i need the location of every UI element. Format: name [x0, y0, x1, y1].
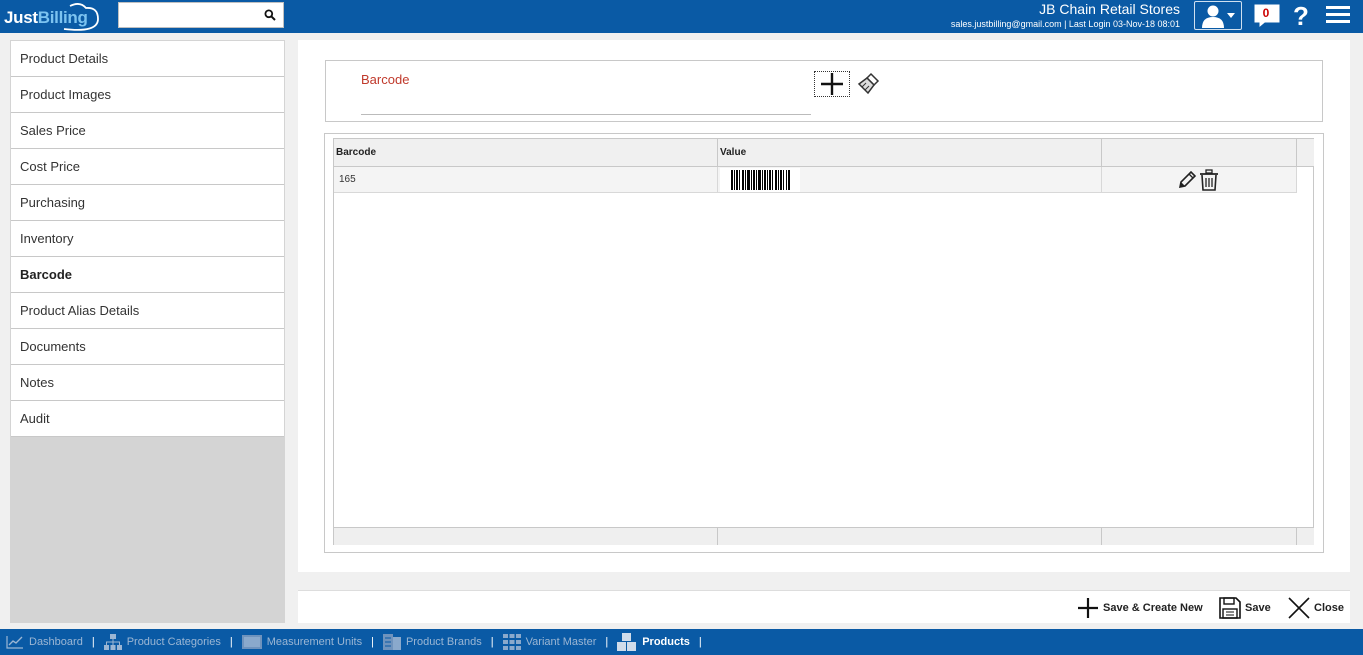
nav-item-product-brands[interactable]: Product Brands [382, 634, 482, 650]
cell-actions [1102, 167, 1297, 193]
cell-value [718, 167, 1102, 193]
sidebar-item-notes[interactable]: Notes [11, 365, 284, 401]
menu-line [1326, 20, 1350, 23]
sidebar-item-product-details[interactable]: Product Details [11, 41, 284, 77]
save-create-new-label: Save & Create New [1103, 602, 1203, 614]
sidebar-item-cost-price[interactable]: Cost Price [11, 149, 284, 185]
user-icon [1202, 5, 1224, 28]
edit-row-button[interactable] [1176, 169, 1198, 191]
logo-billing: Billing [37, 8, 88, 27]
table-row[interactable]: 165 [334, 167, 1297, 193]
column-header-barcode[interactable]: Barcode [334, 139, 718, 166]
top-header: JustBilling JB Chain Retail Stores sales… [0, 0, 1363, 33]
nav-item-product-categories[interactable]: Product Categories [103, 634, 221, 650]
nav-label: Products [642, 636, 690, 648]
logo-just: Just [4, 8, 38, 27]
search-button[interactable] [259, 5, 281, 25]
notification-count: 0 [1257, 5, 1275, 21]
help-button[interactable]: ? [1290, 1, 1312, 31]
footer-cell [1102, 528, 1297, 545]
barcode-form: Barcode [325, 60, 1323, 122]
boxes-icon [617, 633, 637, 651]
sidebar-item-audit[interactable]: Audit [11, 401, 284, 437]
pencil-icon [1178, 170, 1197, 189]
sidebar-item-documents[interactable]: Documents [11, 329, 284, 365]
add-barcode-button[interactable] [814, 71, 850, 97]
sidebar: Product Details Product Images Sales Pri… [10, 40, 285, 623]
ruler-icon [241, 635, 262, 649]
line-chart-icon [6, 636, 23, 649]
sidebar-item-barcode[interactable]: Barcode [11, 257, 284, 293]
nav-item-variant-master[interactable]: Variant Master [502, 634, 597, 650]
nav-item-products[interactable]: Products [617, 633, 690, 651]
trash-icon [1200, 169, 1218, 191]
sidebar-item-inventory[interactable]: Inventory [11, 221, 284, 257]
nav-label: Variant Master [525, 636, 597, 648]
close-icon [1288, 597, 1310, 619]
broom-icon [857, 72, 880, 95]
table-footer [334, 527, 1314, 545]
nav-separator: | [605, 636, 609, 648]
nav-separator: | [229, 636, 233, 648]
save-label: Save [1245, 602, 1271, 614]
app-logo[interactable]: JustBilling [2, 3, 102, 31]
footer-cell [334, 528, 718, 545]
nav-label: Dashboard [29, 636, 83, 648]
barcode-table: Barcode Value 165 [333, 138, 1314, 545]
nav-item-dashboard[interactable]: Dashboard [6, 635, 83, 649]
menu-line [1326, 13, 1350, 16]
nav-label: Product Brands [405, 636, 482, 648]
hamburger-menu-button[interactable] [1326, 6, 1350, 26]
table-header: Barcode Value [334, 139, 1314, 167]
grid-icon [502, 634, 521, 650]
nav-separator: | [371, 636, 374, 648]
form-action-bar: Save & Create New Save Close [298, 590, 1350, 623]
sidebar-item-sales-price[interactable]: Sales Price [11, 113, 284, 149]
hierarchy-icon [103, 634, 122, 650]
nav-label: Product Categories [126, 636, 221, 648]
clear-form-button[interactable] [856, 71, 882, 97]
search-input[interactable] [119, 3, 259, 27]
close-label: Close [1314, 602, 1344, 614]
barcode-field-label: Barcode [361, 72, 410, 87]
save-create-new-button[interactable]: Save & Create New [1077, 595, 1203, 621]
column-header-value[interactable]: Value [718, 139, 1102, 166]
close-button[interactable]: Close [1288, 595, 1344, 621]
sidebar-item-purchasing[interactable]: Purchasing [11, 185, 284, 221]
nav-separator: | [91, 636, 95, 648]
notifications-button[interactable]: 0 [1253, 3, 1281, 29]
column-header-actions [1102, 139, 1297, 166]
nav-item-measurement-units[interactable]: Measurement Units [241, 635, 363, 649]
nav-label: Measurement Units [266, 636, 363, 648]
plus-icon [821, 73, 843, 95]
cell-barcode: 165 [334, 167, 718, 193]
logo-text: JustBilling [4, 8, 88, 28]
company-name: JB Chain Retail Stores [1039, 1, 1180, 17]
search-icon [264, 9, 276, 21]
footer-cell [718, 528, 1102, 545]
sidebar-item-product-images[interactable]: Product Images [11, 77, 284, 113]
brand-icon [382, 634, 401, 650]
barcode-image [720, 168, 800, 192]
barcode-input[interactable] [361, 93, 811, 115]
save-button[interactable]: Save [1219, 595, 1271, 621]
barcode-grid-container: Barcode Value 165 [324, 133, 1324, 553]
user-menu-button[interactable] [1194, 1, 1242, 30]
bottom-navigation: Dashboard | Product Categories | Measure… [0, 629, 1363, 655]
plus-icon [1078, 598, 1098, 618]
main-panel: Barcode Barcode Value 165 [298, 40, 1350, 572]
sidebar-item-product-alias-details[interactable]: Product Alias Details [11, 293, 284, 329]
nav-separator: | [490, 636, 494, 648]
nav-separator: | [698, 636, 702, 648]
delete-row-button[interactable] [1198, 169, 1220, 191]
chevron-down-icon [1227, 12, 1235, 18]
login-info: sales.justbilling@gmail.com | Last Login… [950, 19, 1180, 29]
menu-line [1326, 6, 1350, 9]
floppy-disk-icon [1219, 597, 1241, 619]
search-box [118, 2, 284, 28]
